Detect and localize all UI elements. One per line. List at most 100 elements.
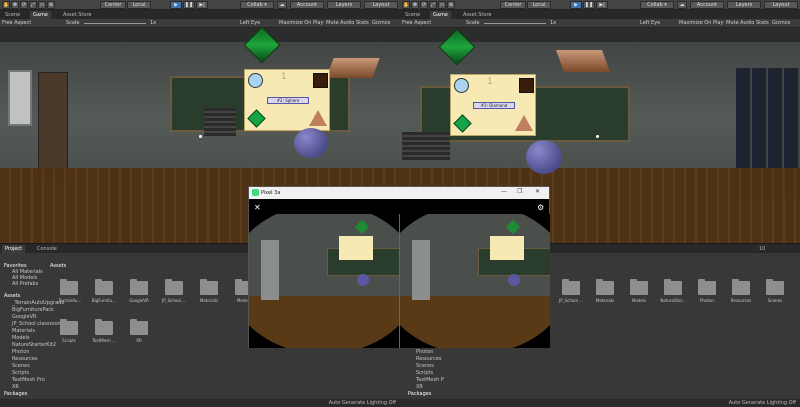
layers-dropdown[interactable]: Layers [327,1,361,9]
collab-dropdown[interactable]: Collab ▾ [640,1,674,9]
folder-icon[interactable] [200,279,218,295]
move-tool-icon[interactable]: ✥ [411,1,419,9]
scale-label: Scale [466,20,480,26]
tab-asset-store[interactable]: Asset Store [460,11,494,19]
packages-header[interactable]: Packages [4,391,27,398]
tree-item[interactable]: BigFurniturePack [12,307,54,314]
account-dropdown[interactable]: Account [290,1,324,9]
tree-item[interactable]: Materials [12,328,35,335]
tree-item[interactable]: Resources [12,356,38,363]
transform-tool-icon[interactable]: ⊕ [47,1,55,9]
collab-dropdown[interactable]: Collab ▾ [240,1,274,9]
rect-tool-icon[interactable]: ▭ [38,1,46,9]
maximize-on-play-toggle[interactable]: Maximize On Play [679,20,723,27]
cloud-icon[interactable]: ☁ [277,1,287,9]
eye-dropdown[interactable]: Left Eye [640,20,660,27]
folder-icon[interactable] [732,279,750,295]
packages-header[interactable]: Packages [408,391,431,398]
folder-icon[interactable] [562,279,580,295]
assets-header[interactable]: Assets [4,293,20,300]
layers-dropdown[interactable]: Layers [727,1,761,9]
account-dropdown[interactable]: Account [690,1,724,9]
hand-tool-icon[interactable]: ✋ [2,1,10,9]
tree-item[interactable]: Scenes [12,363,30,370]
folder-icon[interactable] [596,279,614,295]
aspect-dropdown[interactable]: Free Aspect [2,20,31,27]
tab-game[interactable]: Game [430,11,451,19]
folder-icon[interactable] [130,279,148,295]
folder-icon[interactable] [630,279,648,295]
mute-audio-toggle[interactable]: Mute Audio [326,20,354,27]
folder-icon[interactable] [165,279,183,295]
window-close-button[interactable]: ✕ [535,188,540,195]
rotate-tool-icon[interactable]: ⟳ [20,1,28,9]
tab-game[interactable]: Game [30,11,51,19]
stats-toggle[interactable]: Stats [756,20,769,27]
scale-slider[interactable] [484,23,546,24]
pivot-center-toggle[interactable]: Center [100,1,126,9]
move-tool-icon[interactable]: ✥ [11,1,19,9]
tab-scene[interactable]: Scene [2,11,23,19]
close-icon[interactable]: ✕ [254,203,261,212]
maximize-on-play-toggle[interactable]: Maximize On Play [279,20,323,27]
pivot-center-toggle[interactable]: Center [500,1,526,9]
tree-item[interactable]: Scripts [416,370,433,377]
circle-shape [454,78,469,93]
play-button[interactable]: ▶ [570,1,582,9]
pivot-local-toggle[interactable]: Local [527,1,551,9]
tree-item[interactable]: TextMesh Pro [12,377,45,384]
step-button[interactable]: ▶| [196,1,208,9]
tree-item[interactable]: All Prefabs [12,281,38,288]
tree-item[interactable]: Resources [416,356,442,363]
tree-item[interactable]: GoogleVR [12,314,37,321]
rotate-tool-icon[interactable]: ⟳ [420,1,428,9]
mute-audio-toggle[interactable]: Mute Audio [726,20,754,27]
settings-icon[interactable]: ⚙ [537,203,544,212]
tree-item[interactable]: TextMesh P [416,377,444,384]
tree-item[interactable]: Photon [416,349,433,356]
eye-dropdown[interactable]: Left Eye [240,20,260,27]
tree-item[interactable]: Photon [12,349,29,356]
folder-icon[interactable] [95,319,113,335]
scale-tool-icon[interactable]: ⤢ [29,1,37,9]
hand-tool-icon[interactable]: ✋ [402,1,410,9]
pause-button[interactable]: ❚❚ [583,1,595,9]
tab-project[interactable]: Project [2,245,26,253]
folder-icon[interactable] [698,279,716,295]
step-button[interactable]: ▶| [596,1,608,9]
aspect-dropdown[interactable]: Free Aspect [402,20,431,27]
pivot-local-toggle[interactable]: Local [127,1,151,9]
folder-icon[interactable] [130,319,148,335]
play-button[interactable]: ▶ [170,1,182,9]
tree-item[interactable]: Scripts [12,370,29,377]
assets-breadcrumb[interactable]: Assets [50,263,66,270]
tree-item[interactable]: XR [416,384,423,391]
folder-icon[interactable] [60,279,78,295]
pause-button[interactable]: ❚❚ [183,1,195,9]
folder-icon[interactable] [766,279,784,295]
folder-icon[interactable] [95,279,113,295]
scale-slider[interactable] [84,23,146,24]
scale-tool-icon[interactable]: ⤢ [429,1,437,9]
layout-dropdown[interactable]: Layout [364,1,398,9]
layout-dropdown[interactable]: Layout [764,1,798,9]
minimize-button[interactable]: — [501,188,507,195]
tab-asset-store[interactable]: Asset Store [60,11,94,19]
folder-icon[interactable] [60,319,78,335]
transform-tool-icon[interactable]: ⊕ [447,1,455,9]
gizmos-dropdown[interactable]: Gizmos [772,20,790,27]
tab-scene[interactable]: Scene [402,11,423,19]
rect-tool-icon[interactable]: ▭ [438,1,446,9]
tree-item[interactable]: Models [12,335,30,342]
reticle-dot [596,135,599,138]
stats-toggle[interactable]: Stats [356,20,369,27]
tree-item[interactable]: Scenes [416,363,434,370]
cloud-icon[interactable]: ☁ [677,1,687,9]
tree-item[interactable]: NatureStarterKit2 [12,342,56,349]
tab-console[interactable]: Console [34,245,60,253]
folder-icon[interactable] [664,279,682,295]
tree-item[interactable]: JP_School classroom [12,321,63,328]
gizmos-dropdown[interactable]: Gizmos [372,20,390,27]
tree-item[interactable]: XR [12,384,19,391]
restore-button[interactable]: ❐ [517,188,522,195]
